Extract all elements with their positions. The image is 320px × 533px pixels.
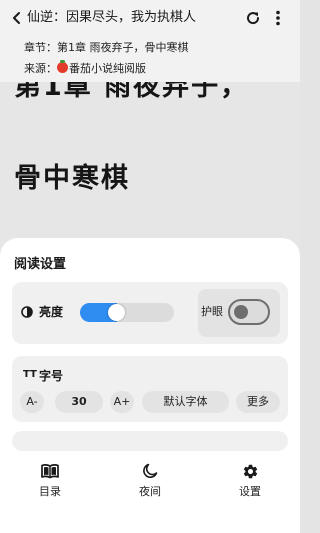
moon-icon <box>143 463 158 479</box>
eye-care-toggle-knob <box>234 305 248 319</box>
tab-label: 目录 <box>39 485 61 498</box>
bottom-tab-bar: 目录 夜间 设置 <box>0 455 300 533</box>
settings-card-partial <box>12 431 288 451</box>
tab-label: 夜间 <box>139 485 161 498</box>
tomato-icon <box>57 60 68 73</box>
eye-care-toggle[interactable] <box>228 299 270 325</box>
brightness-label: 亮度 <box>39 305 64 319</box>
source-name: 番茄小说纯阅版 <box>69 62 146 75</box>
font-size-value: 30 <box>55 391 103 413</box>
refresh-button[interactable] <box>243 8 263 28</box>
more-font-options-button[interactable]: 更多 <box>236 391 280 413</box>
chapter-label: 章节：第1章 雨夜弃子，骨中寒棋 <box>24 41 189 54</box>
source-row[interactable]: 来源： 番茄小说纯阅版 <box>24 60 146 76</box>
book-title: 仙逆：因果尽头，我为执棋人 <box>27 10 197 25</box>
gear-icon <box>243 464 257 478</box>
tab-settings[interactable]: 设置 <box>200 455 300 533</box>
eye-care-label: 护眼 <box>201 305 223 318</box>
brightness-icon <box>21 306 33 318</box>
more-button[interactable] <box>268 8 288 28</box>
book-open-icon <box>41 464 59 479</box>
sheet-title: 阅读设置 <box>14 257 67 272</box>
font-decrease-button[interactable]: A- <box>20 391 44 413</box>
font-size-label: 字号 <box>39 369 64 383</box>
brightness-card: 亮度 护眼 <box>12 282 288 344</box>
reader-top-bar: 仙逆：因果尽头，我为执棋人 章节：第1章 雨夜弃子，骨中寒棋 来源： 番茄小说纯阅… <box>0 0 300 82</box>
eye-care-box: 护眼 <box>198 289 280 337</box>
source-prefix: 来源： <box>24 62 57 75</box>
default-font-button[interactable]: 默认字体 <box>142 391 229 413</box>
tab-night-mode[interactable]: 夜间 <box>100 455 200 533</box>
tab-table-of-contents[interactable]: 目录 <box>0 455 100 533</box>
chapter-text-line: 骨中寒棋 <box>14 163 130 194</box>
brightness-slider-thumb[interactable] <box>108 304 125 321</box>
font-size-card: TT 字号 A- 30 A+ 默认字体 更多 <box>12 356 288 422</box>
brightness-slider[interactable] <box>80 303 174 322</box>
font-size-icon: TT <box>23 369 37 380</box>
refresh-icon <box>247 12 260 25</box>
more-vertical-icon <box>276 10 280 26</box>
tab-label: 设置 <box>239 485 261 498</box>
back-button[interactable] <box>8 9 26 27</box>
chevron-left-icon <box>13 12 20 24</box>
font-increase-button[interactable]: A+ <box>110 391 134 413</box>
